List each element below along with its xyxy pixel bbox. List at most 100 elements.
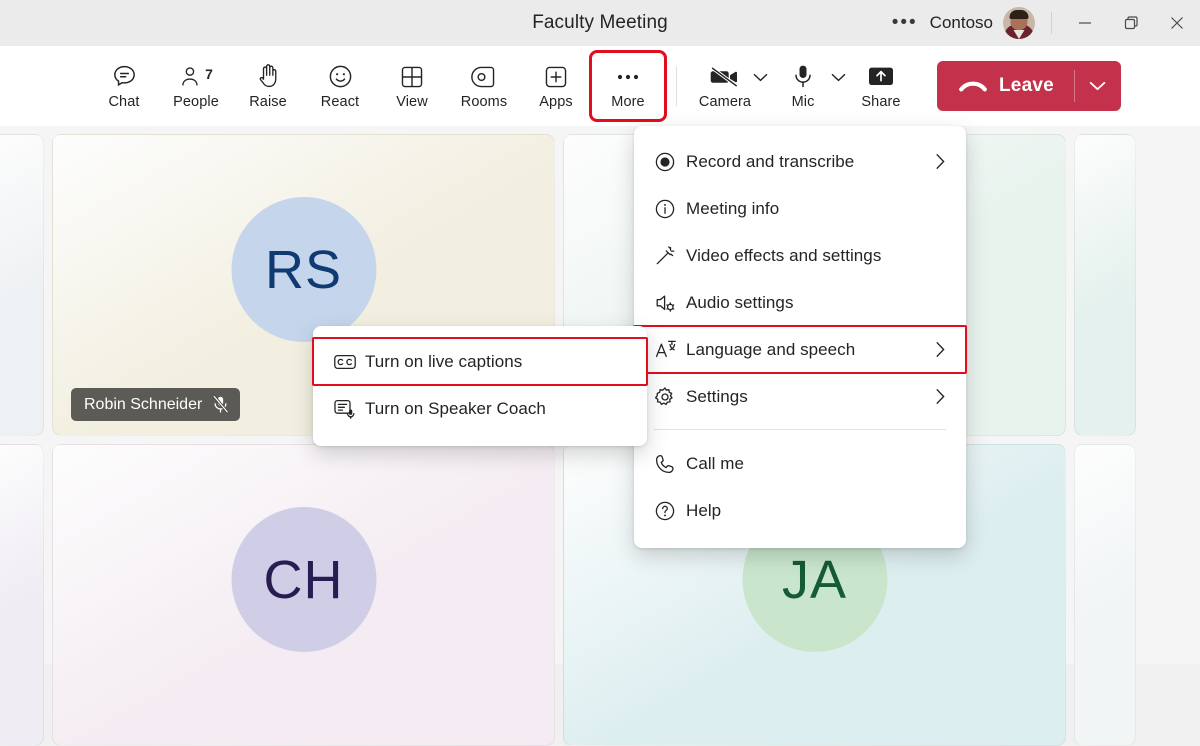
participant-avatar: RS bbox=[231, 197, 376, 342]
speaker-gear-icon bbox=[654, 292, 686, 314]
meeting-toolbar: Chat 7 People Raise React View Rooms App… bbox=[0, 46, 1200, 126]
ellipsis-icon[interactable]: ••• bbox=[882, 13, 928, 32]
toolbar-actions: Chat 7 People Raise React View Rooms App… bbox=[88, 50, 667, 122]
chat-icon bbox=[111, 63, 138, 91]
menu-item-settings[interactable]: Settings bbox=[634, 373, 966, 420]
tile-partial-top-left[interactable] bbox=[0, 134, 44, 436]
chevron-right-icon bbox=[935, 341, 946, 358]
smiley-icon bbox=[327, 63, 354, 91]
toolbar-label-raise: Raise bbox=[249, 93, 287, 110]
more-menu: Record and transcribe Meeting info Video e… bbox=[633, 126, 967, 548]
grid-icon bbox=[399, 63, 425, 91]
menu-item-language-and-speech[interactable]: Language and speech bbox=[633, 325, 967, 374]
divider bbox=[1051, 12, 1052, 34]
toolbar-button-mic[interactable]: Mic bbox=[767, 53, 839, 119]
participant-initials: JA bbox=[781, 549, 848, 610]
menu-item-video-effects-and-settings[interactable]: Video effects and settings bbox=[634, 232, 966, 279]
menu-item-record-and-transcribe[interactable]: Record and transcribe bbox=[634, 138, 966, 185]
menu-item-label: Record and transcribe bbox=[686, 151, 855, 171]
plus-box-icon bbox=[543, 63, 569, 91]
leave-chevron-down-icon[interactable] bbox=[1075, 61, 1121, 111]
menu-item-label: Call me bbox=[686, 453, 744, 473]
menu-item-turn-on-live-captions[interactable]: Turn on live captions bbox=[312, 337, 648, 386]
toolbar-label-share: Share bbox=[861, 93, 901, 110]
camera-off-icon bbox=[709, 63, 741, 91]
toolbar-label-view: View bbox=[396, 93, 428, 110]
menu-item-label: Video effects and settings bbox=[686, 245, 882, 265]
mic-icon bbox=[791, 63, 815, 91]
title-bar: Faculty Meeting ••• Contoso bbox=[0, 0, 1200, 46]
close-button[interactable] bbox=[1154, 0, 1200, 46]
menu-item-meeting-info[interactable]: Meeting info bbox=[634, 185, 966, 232]
participant-name-pill: Robin Schneider bbox=[71, 388, 241, 421]
restore-button[interactable] bbox=[1108, 0, 1154, 46]
tile-chen-h[interactable]: CH bbox=[52, 444, 555, 746]
record-icon bbox=[654, 151, 686, 173]
menu-separator bbox=[654, 429, 946, 430]
toolbar-button-react[interactable]: React bbox=[304, 53, 376, 119]
ellipsis-icon bbox=[615, 63, 641, 91]
minimize-button[interactable] bbox=[1062, 0, 1108, 46]
toolbar-devices: Camera Mic Share bbox=[689, 53, 917, 119]
people-icon: 7 bbox=[179, 63, 213, 91]
share-icon bbox=[866, 63, 896, 91]
leave-label: Leave bbox=[999, 75, 1054, 96]
hand-icon bbox=[256, 63, 281, 91]
menu-item-call-me[interactable]: Call me bbox=[634, 440, 966, 487]
toolbar-button-share[interactable]: Share bbox=[845, 53, 917, 119]
info-icon bbox=[654, 198, 686, 220]
toolbar-button-more[interactable]: More bbox=[589, 50, 667, 122]
toolbar-label-chat: Chat bbox=[108, 93, 140, 110]
menu-item-label: Meeting info bbox=[686, 198, 780, 218]
menu-item-audio-settings[interactable]: Audio settings bbox=[634, 279, 966, 326]
toolbar-label-rooms: Rooms bbox=[460, 93, 508, 110]
participant-avatar: CH bbox=[231, 507, 376, 652]
gear-icon bbox=[654, 386, 686, 408]
participant-initials: CH bbox=[263, 549, 344, 610]
menu-item-label: Turn on Speaker Coach bbox=[365, 398, 546, 418]
menu-item-label: Language and speech bbox=[686, 339, 856, 359]
toolbar-label-camera: Camera bbox=[698, 93, 752, 110]
menu-item-turn-on-speaker-coach[interactable]: Turn on Speaker Coach bbox=[313, 385, 647, 432]
toolbar-label-people: People bbox=[173, 93, 219, 110]
mic-off-icon bbox=[212, 395, 230, 414]
menu-item-label: Turn on live captions bbox=[365, 351, 523, 371]
language-and-speech-submenu: Turn on live captions Turn on Speaker Coa… bbox=[312, 326, 648, 446]
title-bar-right: ••• Contoso bbox=[882, 0, 1200, 46]
tile-partial-bot-right[interactable] bbox=[1074, 444, 1136, 746]
leave-button-main[interactable]: Leave bbox=[937, 61, 1074, 111]
tile-partial-top-right[interactable] bbox=[1074, 134, 1136, 436]
menu-item-label: Help bbox=[686, 500, 722, 520]
phone-icon bbox=[654, 453, 686, 475]
toolbar-button-raise[interactable]: Raise bbox=[232, 53, 304, 119]
toolbar-label-mic: Mic bbox=[791, 93, 815, 110]
toolbar-button-chat[interactable]: Chat bbox=[88, 53, 160, 119]
toolbar-divider bbox=[676, 66, 677, 106]
avatar-hair bbox=[1009, 10, 1029, 19]
participant-name: Robin Schneider bbox=[84, 395, 203, 413]
speaker-coach-icon bbox=[333, 398, 365, 419]
avatar[interactable] bbox=[1003, 7, 1035, 39]
toolbar-label-react: React bbox=[320, 93, 360, 110]
participant-initials: RS bbox=[264, 239, 342, 300]
toolbar-button-rooms[interactable]: Rooms bbox=[448, 53, 520, 119]
toolbar-button-apps[interactable]: Apps bbox=[520, 53, 592, 119]
chevron-right-icon bbox=[935, 153, 946, 170]
closed-caption-icon bbox=[333, 352, 365, 372]
toolbar-button-people[interactable]: 7 People bbox=[160, 53, 232, 119]
toolbar-label-more: More bbox=[611, 93, 645, 110]
translate-icon bbox=[654, 339, 686, 361]
question-mark-icon bbox=[654, 500, 686, 522]
magic-wand-icon bbox=[654, 245, 686, 267]
toolbar-label-apps: Apps bbox=[539, 93, 573, 110]
menu-item-help[interactable]: Help bbox=[634, 487, 966, 534]
tile-partial-bot-left[interactable] bbox=[0, 444, 44, 746]
menu-item-label: Settings bbox=[686, 386, 748, 406]
people-count-badge: 7 bbox=[205, 65, 213, 82]
toolbar-button-camera[interactable]: Camera bbox=[689, 53, 761, 119]
toolbar-button-view[interactable]: View bbox=[376, 53, 448, 119]
org-name: Contoso bbox=[929, 13, 993, 32]
rooms-icon bbox=[471, 63, 497, 91]
hangup-icon bbox=[959, 79, 987, 94]
leave-button[interactable]: Leave bbox=[937, 61, 1121, 111]
